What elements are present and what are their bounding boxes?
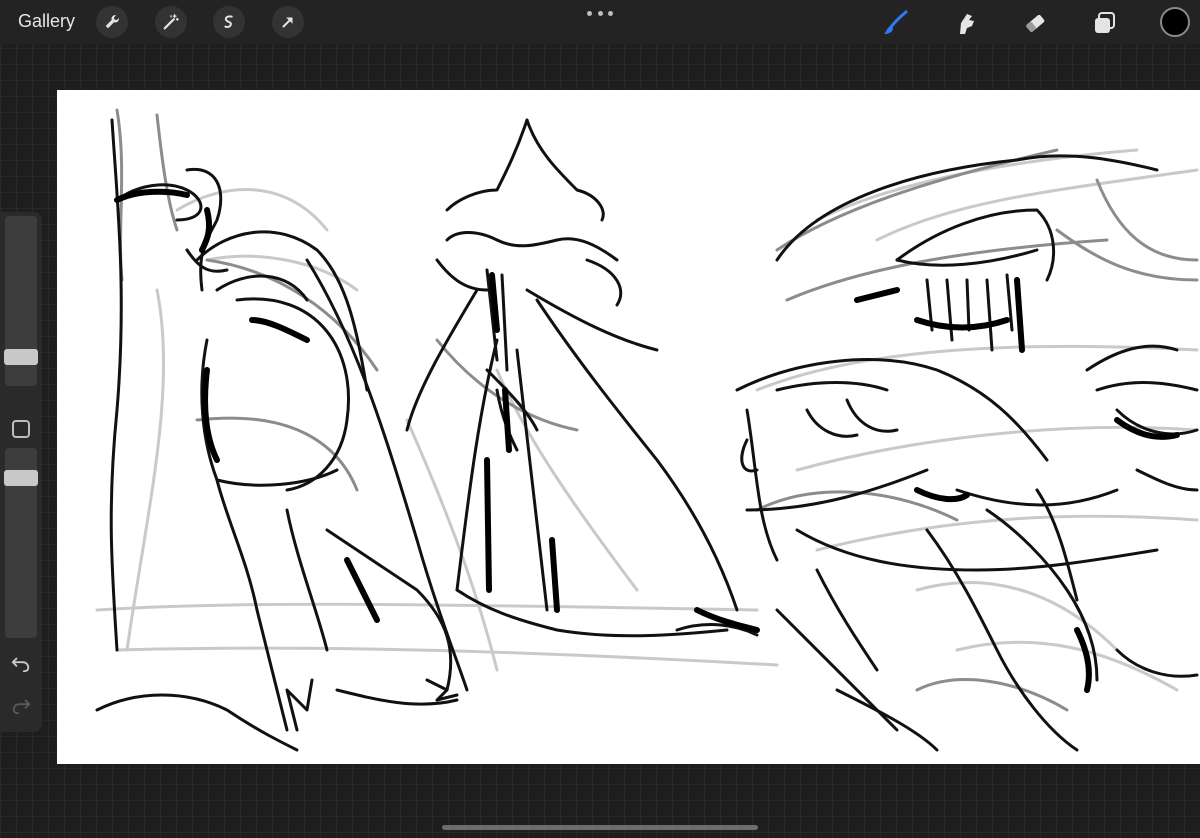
more-options-icon[interactable]: [587, 8, 613, 18]
gallery-button[interactable]: Gallery: [18, 11, 75, 32]
modify-button[interactable]: [12, 420, 30, 438]
brush-size-thumb[interactable]: [4, 349, 38, 365]
redo-icon[interactable]: [9, 696, 33, 718]
opacity-thumb[interactable]: [4, 470, 38, 486]
left-sidebar: [0, 212, 42, 732]
drawing-canvas[interactable]: [57, 90, 1200, 764]
sketch-drawing: [95, 108, 1199, 752]
selection-icon[interactable]: [213, 6, 245, 38]
adjustments-wand-icon[interactable]: [155, 6, 187, 38]
color-picker-swatch[interactable]: [1160, 7, 1190, 37]
actions-wrench-icon[interactable]: [96, 6, 128, 38]
transform-arrow-icon[interactable]: [272, 6, 304, 38]
layers-icon[interactable]: [1090, 8, 1120, 38]
smudge-icon[interactable]: [950, 8, 980, 38]
home-indicator[interactable]: [442, 825, 758, 830]
eraser-icon[interactable]: [1020, 8, 1050, 38]
undo-icon[interactable]: [9, 654, 33, 676]
opacity-slider[interactable]: [4, 448, 38, 638]
top-toolbar: Gallery: [0, 0, 1200, 44]
brush-icon[interactable]: [880, 8, 910, 38]
brush-size-slider[interactable]: [4, 216, 38, 386]
